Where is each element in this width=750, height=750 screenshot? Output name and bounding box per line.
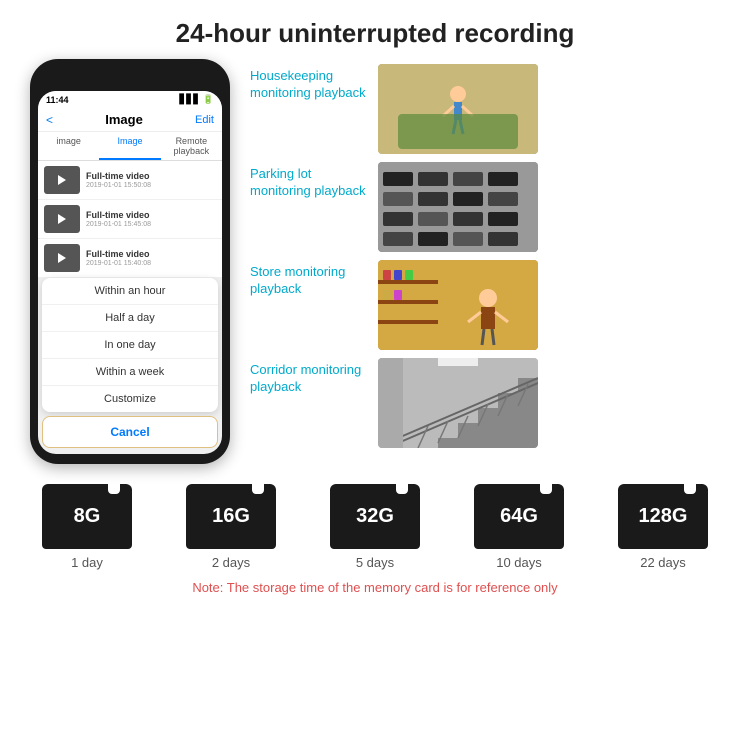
video-thumb-1 [44,166,80,194]
play-icon-1 [58,175,66,185]
video-title-1: Full-time video [86,171,216,181]
video-date-1: 2019-01-01 15:50:08 [86,182,216,189]
video-date-3: 2019-01-01 15:40:08 [86,260,216,267]
bottom-section: 8G 1 day 16G 2 days 32G 5 days 64G 10 da… [0,464,750,605]
video-info-3: Full-time video 2019-01-01 15:40:08 [86,249,216,267]
monitoring-item-parking: Parking lotmonitoring playback [250,162,730,252]
monitoring-section: Housekeepingmonitoring playback [250,59,730,464]
back-button[interactable]: < [46,113,53,127]
menu-item-half-day[interactable]: Half a day [42,305,218,332]
tab-image[interactable]: image [38,132,99,160]
store-svg [378,260,538,350]
store-label: Store monitoringplayback [250,260,370,298]
app-title: Image [105,112,143,127]
video-title-3: Full-time video [86,249,216,259]
sd-card-8g: 8G [42,484,132,549]
housekeeping-label: Housekeepingmonitoring playback [250,64,370,102]
phone-notch [90,69,170,87]
main-content: 11:44 ▋▋▋ 🔋 < Image Edit image Image [0,59,750,464]
edit-button[interactable]: Edit [195,114,214,126]
video-list: Full-time video 2019-01-01 15:50:08 Full… [38,161,222,278]
store-image [378,260,538,350]
housekeeping-svg [378,64,538,154]
tab-remote-playback[interactable]: Remote playback [161,132,222,160]
parking-image [378,162,538,252]
menu-item-within-hour[interactable]: Within an hour [42,278,218,305]
video-date-2: 2019-01-01 15:45:08 [86,221,216,228]
sd-cards-row: 8G 1 day 16G 2 days 32G 5 days 64G 10 da… [15,484,735,570]
video-thumb-3 [44,244,80,272]
sd-card-days-128g: 22 days [640,555,686,570]
monitoring-item-housekeeping: Housekeepingmonitoring playback [250,64,730,154]
sd-card-item-16g: 16G 2 days [186,484,276,570]
signal-icons: ▋▋▋ 🔋 [180,94,214,105]
parking-svg [378,162,538,252]
sd-card-item-8g: 8G 1 day [42,484,132,570]
video-info-2: Full-time video 2019-01-01 15:45:08 [86,210,216,228]
phone-time: 11:44 [46,95,69,105]
sd-card-size-64g: 64G [500,505,538,528]
page-header: 24-hour uninterrupted recording [0,0,750,59]
corridor-image [378,358,538,448]
sd-card-size-32g: 32G [356,505,394,528]
sd-card-size-128g: 128G [639,505,688,528]
video-thumb-2 [44,205,80,233]
phone-device: 11:44 ▋▋▋ 🔋 < Image Edit image Image [30,59,230,464]
play-icon-2 [58,214,66,224]
storage-note: Note: The storage time of the memory car… [15,580,735,595]
sd-card-64g: 64G [474,484,564,549]
video-title-2: Full-time video [86,210,216,220]
monitoring-item-corridor: Corridor monitoringplayback [250,358,730,448]
sd-card-128g: 128G [618,484,708,549]
sd-card-item-128g: 128G 22 days [618,484,708,570]
cancel-button[interactable]: Cancel [42,416,218,448]
sd-card-16g: 16G [186,484,276,549]
corridor-label: Corridor monitoringplayback [250,358,370,396]
sd-card-days-8g: 1 day [71,555,103,570]
video-info-1: Full-time video 2019-01-01 15:50:08 [86,171,216,189]
video-item-2[interactable]: Full-time video 2019-01-01 15:45:08 [38,200,222,239]
sd-card-days-32g: 5 days [356,555,394,570]
status-bar: 11:44 ▋▋▋ 🔋 [38,91,222,108]
play-icon-3 [58,253,66,263]
video-item-1[interactable]: Full-time video 2019-01-01 15:50:08 [38,161,222,200]
tab-image-active[interactable]: Image [99,132,160,160]
dropdown-menu: Within an hour Half a day In one day Wit… [42,278,218,412]
phone-screen: 11:44 ▋▋▋ 🔋 < Image Edit image Image [38,91,222,454]
sd-card-days-16g: 2 days [212,555,250,570]
corridor-svg [378,358,538,448]
monitoring-item-store: Store monitoringplayback [250,260,730,350]
app-header: < Image Edit [38,108,222,132]
page-title: 24-hour uninterrupted recording [20,18,730,49]
menu-item-one-day[interactable]: In one day [42,332,218,359]
sd-card-size-16g: 16G [212,505,250,528]
menu-item-customize[interactable]: Customize [42,386,218,412]
sd-card-32g: 32G [330,484,420,549]
app-tabs: image Image Remote playback [38,132,222,161]
housekeeping-image [378,64,538,154]
parking-label: Parking lotmonitoring playback [250,162,370,200]
video-item-3[interactable]: Full-time video 2019-01-01 15:40:08 [38,239,222,278]
sd-card-item-32g: 32G 5 days [330,484,420,570]
sd-card-size-8g: 8G [74,505,101,528]
sd-card-item-64g: 64G 10 days [474,484,564,570]
menu-item-within-week[interactable]: Within a week [42,359,218,386]
phone-section: 11:44 ▋▋▋ 🔋 < Image Edit image Image [20,59,240,464]
sd-card-days-64g: 10 days [496,555,542,570]
